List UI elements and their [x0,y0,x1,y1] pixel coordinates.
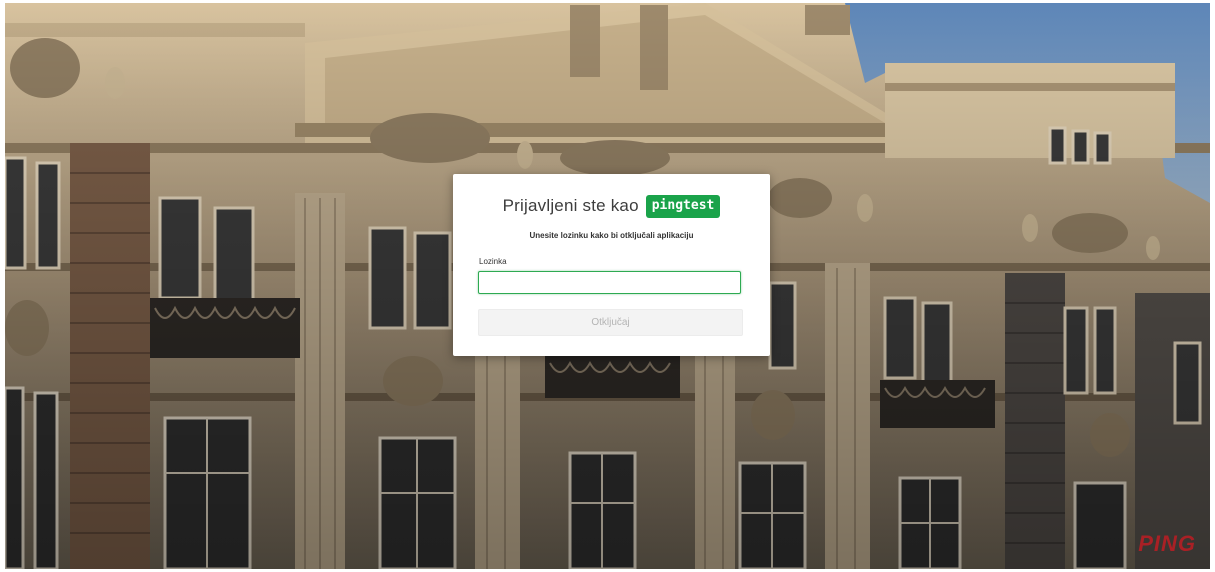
password-label: Lozinka [479,257,507,266]
unlock-button[interactable]: Otključaj [478,309,743,336]
username-badge: pingtest [645,194,721,218]
brand-logo: PING [1138,531,1196,556]
app-frame: PING Prijavljeni ste kao pingtest Unesit… [5,3,1210,569]
dialog-title-row: Prijavljeni ste kao pingtest [453,193,770,219]
lock-screen-dialog: Prijavljeni ste kao pingtest Unesite loz… [453,174,770,356]
password-input[interactable] [478,271,741,294]
dialog-subtitle: Unesite lozinku kako bi otključali aplik… [529,231,694,240]
dialog-title: Prijavljeni ste kao [502,196,639,215]
